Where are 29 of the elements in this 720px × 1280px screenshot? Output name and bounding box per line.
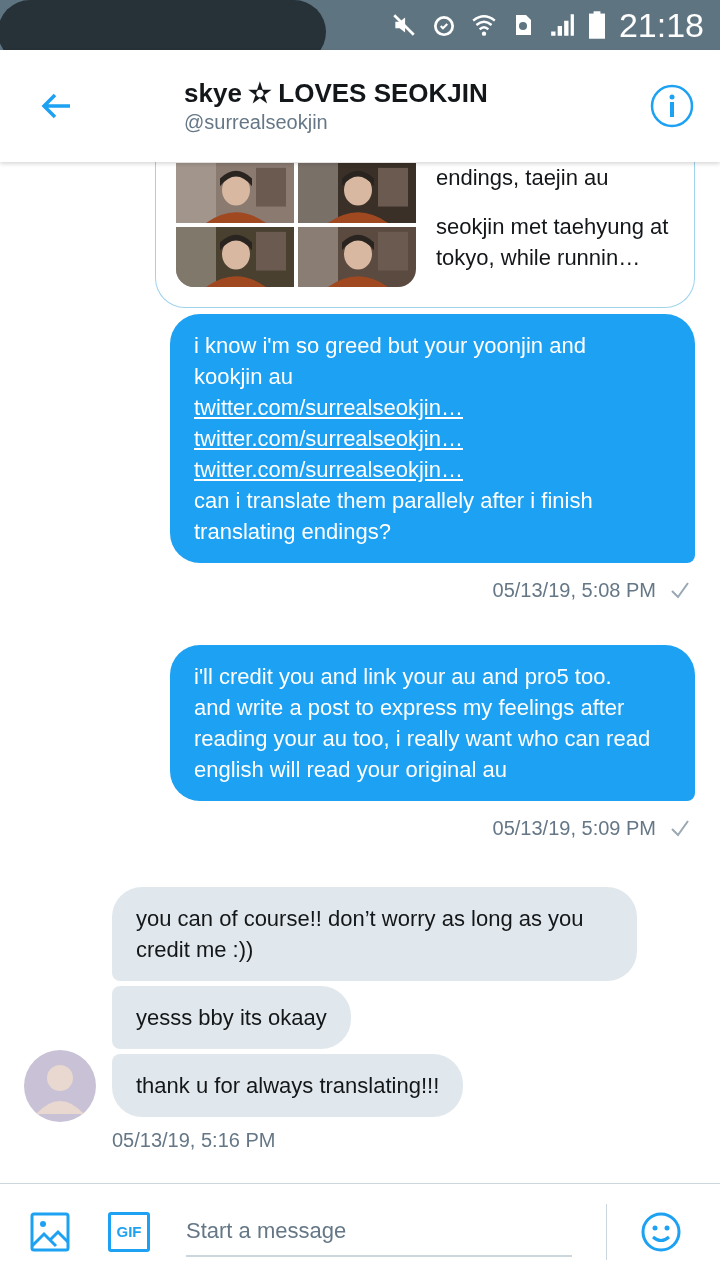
message-link[interactable]: twitter.com/surrealseokjin… — [194, 392, 651, 423]
message-timestamp: 05/13/19, 5:16 PM — [112, 1128, 276, 1153]
message-text: you can of course!! don’t worry as long as you credit me :)) — [136, 905, 585, 964]
message-text: can i translate them parallely after i finish translating endings? — [194, 487, 594, 546]
card-text: seokjin met taehyung at tokyo, while runnin… — [436, 213, 670, 272]
message-text: thank u for always translating!!! — [136, 1072, 440, 1100]
battery-icon — [588, 11, 605, 39]
message-link[interactable]: twitter.com/surrealseokjin… — [194, 423, 651, 454]
signal-icon — [548, 12, 575, 38]
message-timestamp: 05/13/19, 5:08 PM — [492, 578, 656, 603]
message-timestamp: 05/13/19, 5:09 PM — [492, 816, 656, 841]
back-arrow-icon[interactable] — [40, 92, 72, 120]
check-icon — [670, 580, 690, 600]
clock-time: 21:18 — [618, 4, 704, 46]
contact-name: skye ✫ LOVES SEOKJIN — [184, 77, 489, 109]
wifi-icon — [470, 12, 497, 38]
link-card[interactable]: endings, taejin au seokjin met taehyung at tokyo, while runnin… — [155, 162, 695, 308]
emoji-icon[interactable] — [641, 1212, 681, 1252]
card-text: endings, taejin au — [436, 164, 610, 192]
gif-button[interactable]: GIF — [108, 1212, 150, 1252]
check-icon — [670, 818, 690, 838]
message-text: yesss bby its okaay — [136, 1004, 327, 1032]
image-icon[interactable] — [30, 1212, 70, 1252]
message-input[interactable]: Start a message — [186, 1207, 572, 1257]
avatar[interactable] — [24, 1049, 96, 1122]
message-text: i'll credit you and link your au and pro5 too. and write a post to express my feelings after reading your au too, i really want who can read english will read your original au — [194, 663, 651, 784]
message-link[interactable]: twitter.com/surrealseokjin… — [194, 454, 651, 485]
contact-handle: @surrealseokjin — [184, 110, 329, 135]
info-icon[interactable] — [650, 84, 694, 128]
